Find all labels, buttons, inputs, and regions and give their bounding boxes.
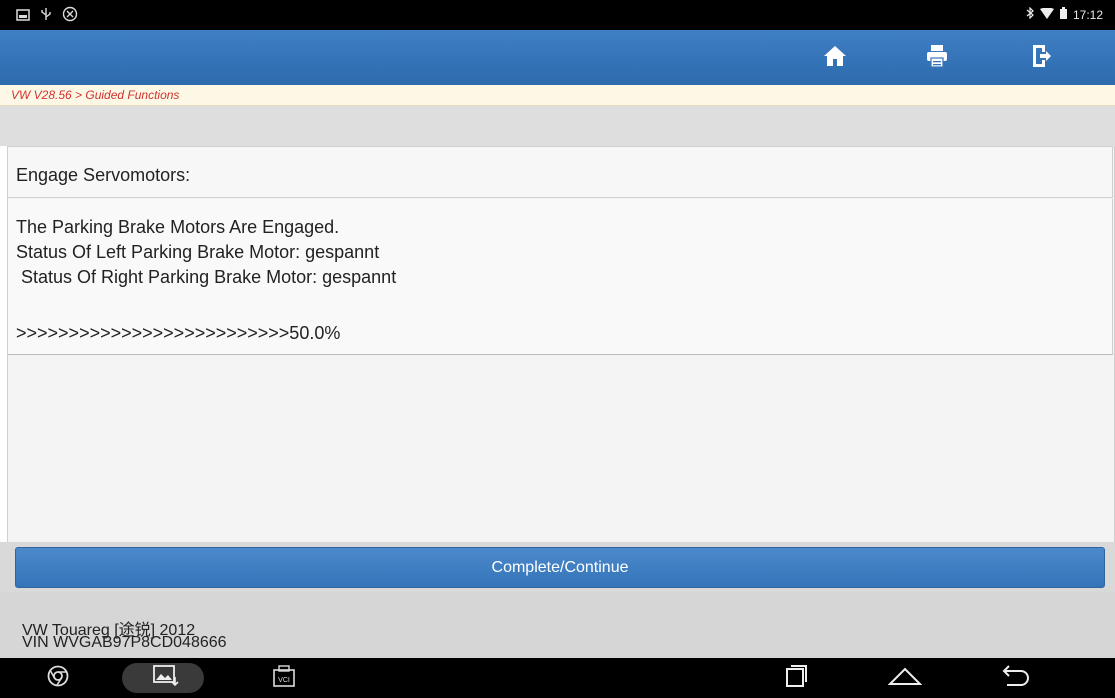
gallery-button[interactable] — [148, 658, 184, 698]
home-button[interactable] — [818, 41, 852, 75]
progress-text: >>>>>>>>>>>>>>>>>>>>>>>>>>50.0% — [16, 323, 341, 343]
print-button[interactable] — [920, 41, 954, 75]
recent-apps-button[interactable] — [778, 658, 814, 698]
top-toolbar — [0, 30, 1115, 85]
message-line: Status Of Left Parking Brake Motor: gesp… — [16, 242, 380, 262]
function-title: Engage Servomotors: — [16, 165, 191, 185]
function-title-row: Engage Servomotors: — [7, 146, 1113, 198]
gallery-icon — [153, 664, 179, 692]
vehicle-info-footer: VW Touareg [途锐] 2012 VIN WVGAB97P8CD0486… — [0, 592, 1115, 658]
exit-button[interactable] — [1025, 41, 1059, 75]
battery-icon — [1059, 7, 1067, 22]
exit-icon — [1032, 44, 1052, 73]
home-nav-button[interactable] — [885, 658, 925, 698]
svg-text:VCI: VCI — [278, 677, 290, 684]
vci-icon: VCI — [272, 664, 296, 693]
status-bar-right: 17:12 — [1026, 6, 1103, 22]
screenshot-icon — [16, 8, 30, 24]
home-outline-icon — [887, 666, 923, 691]
header-spacer — [0, 106, 1115, 146]
breadcrumb-text: VW V28.56 > Guided Functions — [11, 88, 180, 102]
status-bar-left — [16, 6, 78, 25]
recent-apps-icon — [785, 664, 807, 693]
bluetooth-icon — [1026, 6, 1034, 22]
browser-button[interactable] — [40, 658, 76, 698]
back-arrow-icon — [999, 664, 1031, 692]
vci-status-icon — [62, 6, 78, 25]
complete-continue-button[interactable]: Complete/Continue — [15, 547, 1105, 588]
message-line: Status Of Right Parking Brake Motor: ges… — [16, 267, 397, 287]
complete-continue-label: Complete/Continue — [491, 558, 629, 576]
message-box: The Parking Brake Motors Are Engaged. St… — [7, 199, 1113, 355]
status-bar: 17:12 — [0, 0, 1115, 30]
print-icon — [926, 44, 948, 73]
wifi-icon — [1039, 7, 1054, 22]
home-icon — [823, 45, 847, 72]
breadcrumb: VW V28.56 > Guided Functions — [0, 85, 1115, 106]
android-nav-bar: VCI — [0, 658, 1115, 698]
vehicle-vin: VIN WVGAB97P8CD048666 — [22, 634, 227, 651]
back-button[interactable] — [997, 658, 1033, 698]
vci-button[interactable]: VCI — [266, 658, 302, 698]
clock: 17:12 — [1072, 7, 1103, 22]
chrome-icon — [47, 665, 69, 692]
message-line: The Parking Brake Motors Are Engaged. — [16, 217, 340, 237]
usb-icon — [40, 7, 52, 24]
